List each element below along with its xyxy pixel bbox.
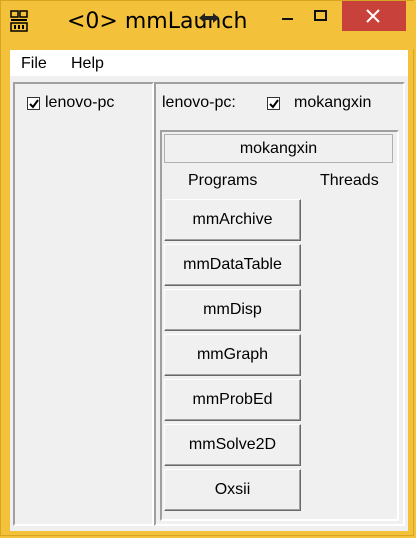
user-checkbox[interactable]: [267, 97, 280, 110]
menu-bar: File Help: [10, 50, 408, 76]
program-button-mmprobed[interactable]: mmProbEd: [164, 379, 301, 421]
program-button-mmdatatable[interactable]: mmDataTable: [164, 244, 301, 286]
maximize-icon: [314, 10, 327, 21]
user-frame: mokangxin Programs Threads mmArchive mmD…: [160, 130, 399, 521]
program-button-mmgraph[interactable]: mmGraph: [164, 334, 301, 376]
program-button-mmsolve2d[interactable]: mmSolve2D: [164, 424, 301, 466]
host-label[interactable]: lenovo-pc: [45, 94, 114, 112]
checkmark-icon: [29, 99, 39, 109]
maximize-button[interactable]: [299, 1, 343, 31]
title-bar[interactable]: <0> mmLaunch: [1, 1, 415, 49]
move-icon: [199, 13, 219, 23]
mmlaunch-window: <0> mmLaunch File Help lenovo-pc lenovo-…: [0, 0, 415, 536]
session-host-label: lenovo-pc:: [162, 94, 236, 111]
host-checkbox[interactable]: [27, 97, 40, 110]
program-button-mmarchive[interactable]: mmArchive: [164, 199, 301, 241]
threads-column-header: Threads: [320, 172, 379, 189]
hosts-panel: lenovo-pc: [13, 82, 154, 526]
client-area: File Help lenovo-pc lenovo-pc: mokangxin…: [10, 50, 408, 531]
minimize-icon: [282, 18, 293, 20]
user-header: mokangxin: [164, 134, 393, 163]
close-icon: [366, 9, 380, 23]
checkmark-icon: [269, 99, 279, 109]
menu-file[interactable]: File: [21, 55, 47, 73]
session-panel: lenovo-pc: mokangxin mokangxin Programs …: [154, 82, 405, 526]
window-title: <0> mmLaunch: [67, 9, 248, 34]
program-button-mmdisp[interactable]: mmDisp: [164, 289, 301, 331]
programs-column-header: Programs: [188, 172, 258, 189]
program-button-oxsii[interactable]: Oxsii: [164, 469, 301, 511]
app-icon: [10, 10, 28, 32]
close-button[interactable]: [342, 1, 406, 31]
menu-help[interactable]: Help: [71, 55, 104, 73]
user-label[interactable]: mokangxin: [294, 94, 371, 112]
